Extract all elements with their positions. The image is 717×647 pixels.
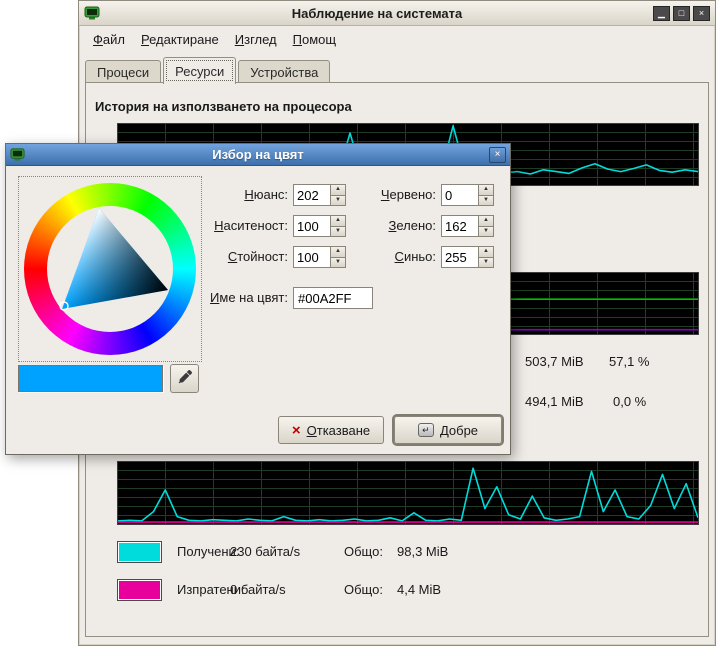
value-input[interactable] <box>293 246 330 268</box>
red-spinner: ▲ ▼ <box>441 184 494 206</box>
sent-total: 4,4 MiB <box>397 579 441 601</box>
close-button[interactable]: × <box>693 6 710 21</box>
sent-color-swatch[interactable] <box>117 579 162 601</box>
saturation-value-triangle[interactable] <box>24 183 196 355</box>
saturation-label: Наситеност: <box>188 215 288 237</box>
swap-percent-value: 0,0 % <box>613 394 646 409</box>
red-input[interactable] <box>441 184 478 206</box>
network-sent-row: Изпратени: 0 байта/s Общо: 4,4 MiB <box>86 579 708 601</box>
dialog-icon <box>10 147 26 163</box>
green-up-arrow[interactable]: ▲ <box>478 215 494 227</box>
green-spinner: ▲ ▼ <box>441 215 494 237</box>
received-color-swatch[interactable] <box>117 541 162 563</box>
blue-up-arrow[interactable]: ▲ <box>478 246 494 258</box>
hue-label: Нюанс: <box>188 184 288 206</box>
color-name-input[interactable] <box>293 287 373 309</box>
tab-processes[interactable]: Процеси <box>85 60 161 83</box>
main-window-title: Наблюдение на системата <box>109 6 645 21</box>
blue-down-arrow[interactable]: ▼ <box>478 258 494 269</box>
memory-total-value: 503,7 MiB <box>525 354 584 369</box>
maximize-button[interactable]: □ <box>673 6 690 21</box>
tab-devices[interactable]: Устройства <box>238 60 330 83</box>
dialog-titlebar[interactable]: Избор на цвят × <box>6 144 510 166</box>
green-input[interactable] <box>441 215 478 237</box>
green-down-arrow[interactable]: ▼ <box>478 227 494 238</box>
color-wheel-widget[interactable] <box>18 176 202 362</box>
blue-input[interactable] <box>441 246 478 268</box>
eyedropper-button[interactable] <box>170 364 199 393</box>
blue-spinner: ▲ ▼ <box>441 246 494 268</box>
ok-button[interactable]: ↵ Добре <box>394 416 502 444</box>
dialog-title: Избор на цвят <box>30 147 486 162</box>
value-label: Стойност: <box>188 246 288 268</box>
system-monitor-icon <box>84 5 100 21</box>
main-titlebar[interactable]: Наблюдение на системата ▁ □ × <box>79 1 715 26</box>
ok-icon: ↵ <box>418 423 434 437</box>
tab-bar: Процеси Ресурси Устройства <box>85 57 709 83</box>
hue-input[interactable] <box>293 184 330 206</box>
menu-edit[interactable]: Редактиране <box>133 29 227 50</box>
dialog-close-button[interactable]: × <box>489 147 506 163</box>
swap-total-value: 494,1 MiB <box>525 394 584 409</box>
cancel-button[interactable]: × Отказване <box>278 416 384 444</box>
eyedropper-icon <box>177 369 193 388</box>
red-up-arrow[interactable]: ▲ <box>478 184 494 196</box>
saturation-input[interactable] <box>293 215 330 237</box>
menubar: Файл Редактиране Изглед Помощ <box>79 26 715 52</box>
blue-label: Синьо: <box>336 246 436 268</box>
minimize-button[interactable]: ▁ <box>653 6 670 21</box>
memory-percent-value: 57,1 % <box>609 354 649 369</box>
cancel-icon: × <box>292 423 301 438</box>
network-history-chart <box>117 461 699 525</box>
network-received-row: Получени: 230 байта/s Общо: 98,3 MiB <box>86 541 708 563</box>
received-total: 98,3 MiB <box>397 541 448 563</box>
red-label: Червено: <box>336 184 436 206</box>
menu-help[interactable]: Помощ <box>285 29 344 50</box>
current-color-preview <box>18 365 163 392</box>
received-rate: 230 байта/s <box>230 541 300 563</box>
tab-resources[interactable]: Ресурси <box>163 57 236 84</box>
menu-file[interactable]: Файл <box>85 29 133 50</box>
sent-total-label: Общо: <box>344 579 383 601</box>
red-down-arrow[interactable]: ▼ <box>478 196 494 207</box>
received-total-label: Общо: <box>344 541 383 563</box>
sent-rate: 0 байта/s <box>230 579 286 601</box>
color-picker-dialog: Избор на цвят × <box>5 143 511 455</box>
menu-view[interactable]: Изглед <box>227 29 285 50</box>
color-name-label: Име на цвят: <box>188 287 288 309</box>
cpu-history-heading: История на използването на процесора <box>95 99 352 114</box>
green-label: Зелено: <box>336 215 436 237</box>
